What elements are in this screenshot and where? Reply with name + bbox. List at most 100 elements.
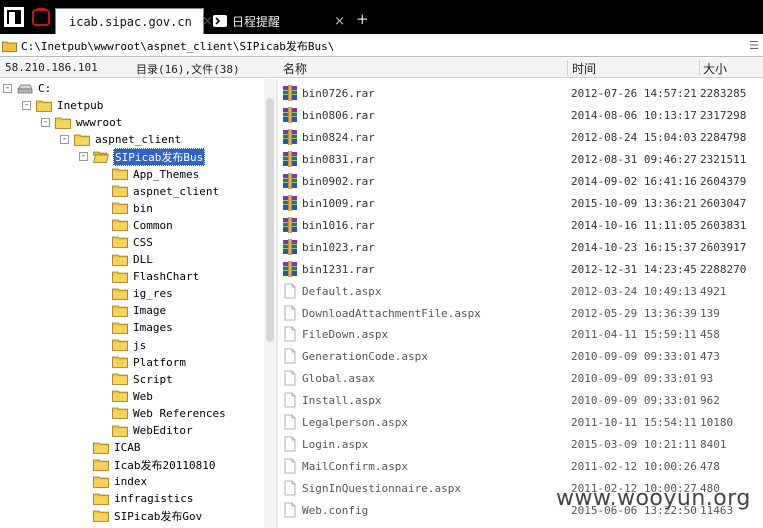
path-bar[interactable]: C:\Inetpub\wwwroot\aspnet_client\SIPicab…: [0, 36, 763, 57]
tree-item[interactable]: Image: [112, 302, 167, 319]
tree-item[interactable]: infragistics: [93, 490, 194, 507]
file-row[interactable]: bin1016.rar 2014-10-16 11:11:05 2603831: [278, 214, 763, 236]
tree-collapse-toggle[interactable]: -: [60, 135, 69, 145]
tree-item[interactable]: Script: [112, 371, 174, 388]
file-name: bin0824.rar: [302, 130, 375, 144]
file-time: 2010-09-09 09:33:01: [571, 372, 697, 386]
file-row[interactable]: bin1231.rar 2012-12-31 14:23:45 2288270: [278, 258, 763, 280]
new-tab-icon[interactable]: +: [356, 10, 369, 28]
file-time: 2014-10-16 11:11:05: [571, 218, 697, 232]
file-row[interactable]: GenerationCode.aspx 2010-09-09 09:33:01 47…: [278, 345, 763, 367]
tree-item[interactable]: Images: [112, 319, 174, 336]
folder-icon: [55, 117, 71, 129]
file-row[interactable]: bin1023.rar 2014-10-23 16:15:37 2603917: [278, 236, 763, 258]
tree-item[interactable]: - SIPicab发布Bus: [79, 147, 206, 166]
file-size: 8401: [700, 438, 727, 452]
file-row[interactable]: FileDown.aspx 2011-04-11 15:59:11 458: [278, 323, 763, 345]
file-row[interactable]: MailConfirm.aspx 2011-02-12 10:00:26 478: [278, 455, 763, 477]
file-row[interactable]: bin0831.rar 2012-08-31 09:46:27 2321511: [278, 148, 763, 170]
folder-icon: [112, 373, 128, 386]
tree-item[interactable]: CSS: [112, 234, 154, 251]
tree-item[interactable]: - Inetpub: [22, 97, 104, 114]
rar-archive-icon: [282, 128, 298, 145]
file-row[interactable]: bin0726.rar 2012-07-26 14:57:21 2283285: [278, 82, 763, 104]
tree-collapse-toggle[interactable]: -: [22, 101, 31, 111]
rar-archive-icon: [282, 106, 298, 123]
tree-item[interactable]: FlashChart: [112, 268, 200, 285]
file-name: Install.aspx: [302, 394, 382, 408]
app-window-icon[interactable]: [3, 6, 25, 28]
file-row[interactable]: Login.aspx 2015-03-09 10:21:11 8401: [278, 433, 763, 455]
tree-item[interactable]: DLL: [112, 251, 154, 268]
folder-icon: [93, 510, 109, 522]
file-row[interactable]: Default.aspx 2012-03-24 10:49:13 4921: [278, 280, 763, 302]
file-size: 139: [700, 306, 720, 320]
folder-icon: [93, 459, 109, 471]
file-time: 2011-10-11 15:54:11: [571, 416, 697, 430]
file-size: 2321511: [700, 152, 747, 166]
column-name-header[interactable]: 名称: [283, 60, 307, 77]
file-size: 2288270: [700, 262, 747, 276]
drive-icon: [17, 83, 33, 95]
tree-item[interactable]: ig_res: [112, 285, 174, 302]
tree-item[interactable]: - wwwroot: [41, 114, 123, 131]
rar-archive-icon: [282, 238, 298, 255]
tree-item[interactable]: Platform: [112, 354, 187, 371]
file-row[interactable]: bin1009.rar 2015-10-09 13:36:21 2603047: [278, 192, 763, 214]
tree-item[interactable]: SIPicab发布Gov: [93, 508, 203, 525]
tree-item[interactable]: js: [112, 337, 147, 354]
file-time: 2014-08-06 10:13:17: [571, 108, 697, 122]
tree-item[interactable]: index: [93, 473, 148, 490]
file-row[interactable]: Install.aspx 2010-09-09 09:33:01 962: [278, 389, 763, 411]
file-icon: [282, 502, 298, 518]
file-row[interactable]: DownloadAttachmentFile.aspx 2012-05-29 13…: [278, 302, 763, 324]
file-time: 2010-09-09 09:33:01: [571, 350, 697, 364]
tree-item[interactable]: - C:: [3, 80, 52, 97]
tree-item-label: Common: [133, 218, 173, 232]
file-row[interactable]: bin0902.rar 2014-09-02 16:41:16 2604379: [278, 170, 763, 192]
tree-item-label: CSS: [133, 235, 153, 249]
tree-item[interactable]: App_Themes: [112, 166, 200, 183]
tree-scrollbar-thumb[interactable]: [266, 98, 274, 342]
tree-collapse-toggle[interactable]: -: [79, 152, 88, 162]
tree-item[interactable]: Web: [112, 388, 154, 405]
tree-item-label: App_Themes: [133, 167, 200, 181]
file-size: 4921: [700, 284, 727, 298]
file-row[interactable]: Legalperson.aspx 2011-10-11 15:54:11 10180: [278, 411, 763, 433]
tree-item-label: infragistics: [114, 492, 194, 506]
tab-icab-sipac[interactable]: icab.sipac.gov.cn ×: [55, 8, 213, 34]
tab-schedule[interactable]: 日程提醒 ×: [205, 8, 353, 34]
tree-collapse-toggle[interactable]: -: [41, 118, 50, 128]
tree-item[interactable]: aspnet_client: [112, 183, 220, 200]
file-row[interactable]: bin0806.rar 2014-08-06 10:13:17 2317298: [278, 104, 763, 126]
file-name: FileDown.aspx: [302, 328, 389, 342]
file-time: 2012-05-29 13:36:39: [571, 306, 697, 320]
tree-item[interactable]: Web References: [112, 405, 227, 422]
file-row[interactable]: bin0824.rar 2012-08-24 15:04:03 2284798: [278, 126, 763, 148]
tree-item[interactable]: - aspnet_client: [60, 131, 182, 148]
folder-icon: [112, 254, 128, 266]
file-name: bin0726.rar: [302, 87, 375, 100]
tree-item[interactable]: Icab发布20110810: [93, 456, 216, 473]
column-size-header[interactable]: 大小: [703, 60, 727, 77]
file-time: 2012-07-26 14:57:21: [571, 87, 697, 100]
file-row[interactable]: Global.asax 2010-09-09 09:33:01 93: [278, 367, 763, 389]
tree-item[interactable]: WebEditor: [112, 422, 194, 439]
file-size: 2603047: [700, 196, 747, 210]
tree-item[interactable]: bin: [112, 200, 154, 217]
close-icon[interactable]: ×: [334, 14, 345, 29]
column-separator: [567, 60, 568, 76]
menu-icon[interactable]: ☰: [749, 39, 759, 52]
tree-item-label: ig_res: [133, 287, 173, 301]
column-time-header[interactable]: 时间: [572, 60, 596, 77]
record-icon[interactable]: [30, 6, 52, 28]
path-text[interactable]: C:\Inetpub\wwwroot\aspnet_client\SIPicab…: [21, 38, 334, 54]
file-size: 10180: [700, 416, 734, 430]
tree-item[interactable]: Common: [112, 217, 174, 234]
file-icon: [282, 326, 298, 342]
tree-item[interactable]: ICAB: [93, 439, 142, 456]
file-icon: [282, 305, 298, 321]
file-time: 2012-08-24 15:04:03: [571, 130, 697, 144]
tree-item-label: aspnet_client: [133, 184, 220, 198]
tree-collapse-toggle[interactable]: -: [3, 84, 12, 93]
